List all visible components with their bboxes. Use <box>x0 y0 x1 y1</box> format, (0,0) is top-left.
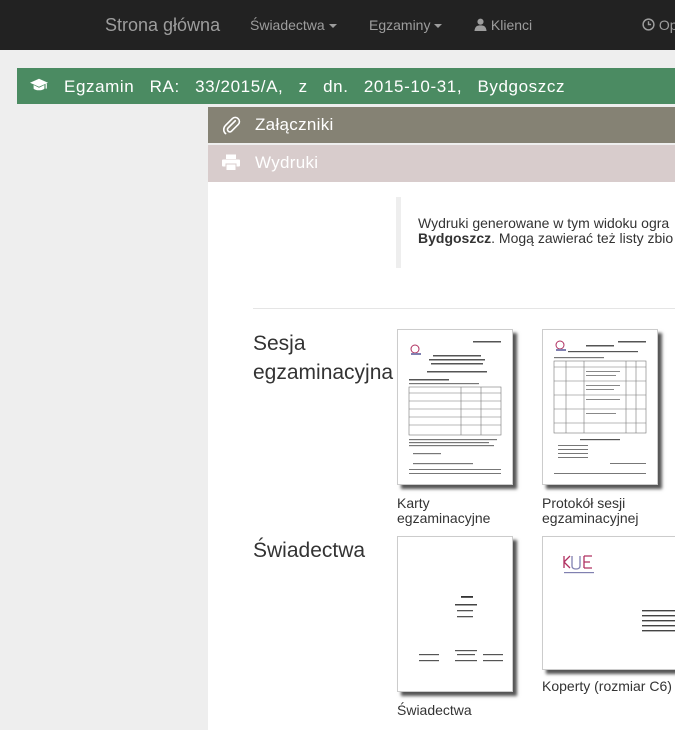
section-title-line2: egzaminacyjna <box>253 361 394 384</box>
exam-cards-label-line1: Karty <box>397 495 430 511</box>
callout-line1: Wydruki generowane w tym widoku ogra <box>418 215 670 231</box>
nav-swiadectwa[interactable]: Świadectwa <box>250 0 337 50</box>
section-title-exam-session: Sesja egzaminacyjna <box>253 329 393 387</box>
exam-card-preview <box>408 341 502 474</box>
exam-title: Egzamin RA: 33/2015/A, z dn. 2015-10-31,… <box>64 77 566 96</box>
callout-location: Bydgoszcz <box>418 230 492 246</box>
envelopes-thumbnail[interactable] <box>542 536 675 670</box>
attachments-panel-header[interactable]: Załączniki <box>208 107 675 143</box>
session-protocol-label-line2: egzaminacyjnej <box>542 510 639 526</box>
caret-down-icon <box>434 24 443 29</box>
nav-klienci[interactable]: Klienci <box>474 0 532 50</box>
callout-text: Wydruki generowane w tym widoku ogra Bydg… <box>418 216 673 246</box>
clock-icon <box>642 18 655 31</box>
divider <box>253 308 675 309</box>
session-protocol-label-line1: Protokół sesji <box>542 495 626 511</box>
attachments-label: Załączniki <box>255 115 334 134</box>
nav-op[interactable]: Op <box>642 0 675 50</box>
certificates-thumbnail[interactable] <box>397 536 513 692</box>
nav-swiadectwa-label: Świadectwa <box>250 17 325 33</box>
info-callout: Wydruki generowane w tym widoku ogra Bydg… <box>396 197 675 268</box>
callout-line2: . Mogą zawierać też listy zbio <box>491 230 674 246</box>
printouts-label: Wydruki <box>255 153 319 172</box>
graduation-cap-icon <box>30 78 48 91</box>
exam-header: Egzamin RA: 33/2015/A, z dn. 2015-10-31,… <box>17 68 675 104</box>
session-protocol-thumbnail[interactable] <box>542 329 658 485</box>
printouts-panel-header[interactable]: Wydruki <box>208 145 675 182</box>
session-protocol-label[interactable]: Protokół sesji egzaminacyjnej <box>542 496 639 526</box>
paperclip-icon <box>222 116 241 135</box>
nav-op-label: Op <box>658 17 675 33</box>
envelopes-label[interactable]: Koperty (rozmiar C6) <box>542 679 672 694</box>
brand-link[interactable]: Strona główna <box>105 0 220 50</box>
top-navbar: Strona główna Świadectwa Egzaminy Klienc… <box>0 0 675 50</box>
printouts-content: Wydruki generowane w tym widoku ogra Bydg… <box>208 182 675 730</box>
envelope-preview <box>563 555 675 632</box>
nav-klienci-label: Klienci <box>490 17 533 33</box>
nav-egzaminy-label: Egzaminy <box>369 17 431 33</box>
printer-icon <box>222 154 240 171</box>
exam-cards-label[interactable]: Karty egzaminacyjne <box>397 496 490 526</box>
section-title-certificates: Świadectwa <box>253 539 366 562</box>
certificate-preview <box>419 596 503 662</box>
nav-egzaminy[interactable]: Egzaminy <box>369 0 443 50</box>
exam-cards-label-line2: egzaminacyjne <box>397 510 491 526</box>
caret-down-icon <box>328 24 337 29</box>
certificates-label[interactable]: Świadectwa <box>397 703 472 718</box>
exam-cards-thumbnail[interactable] <box>397 329 513 485</box>
user-icon <box>474 18 487 31</box>
session-protocol-preview <box>553 340 647 474</box>
section-title-line1: Sesja <box>253 332 306 355</box>
